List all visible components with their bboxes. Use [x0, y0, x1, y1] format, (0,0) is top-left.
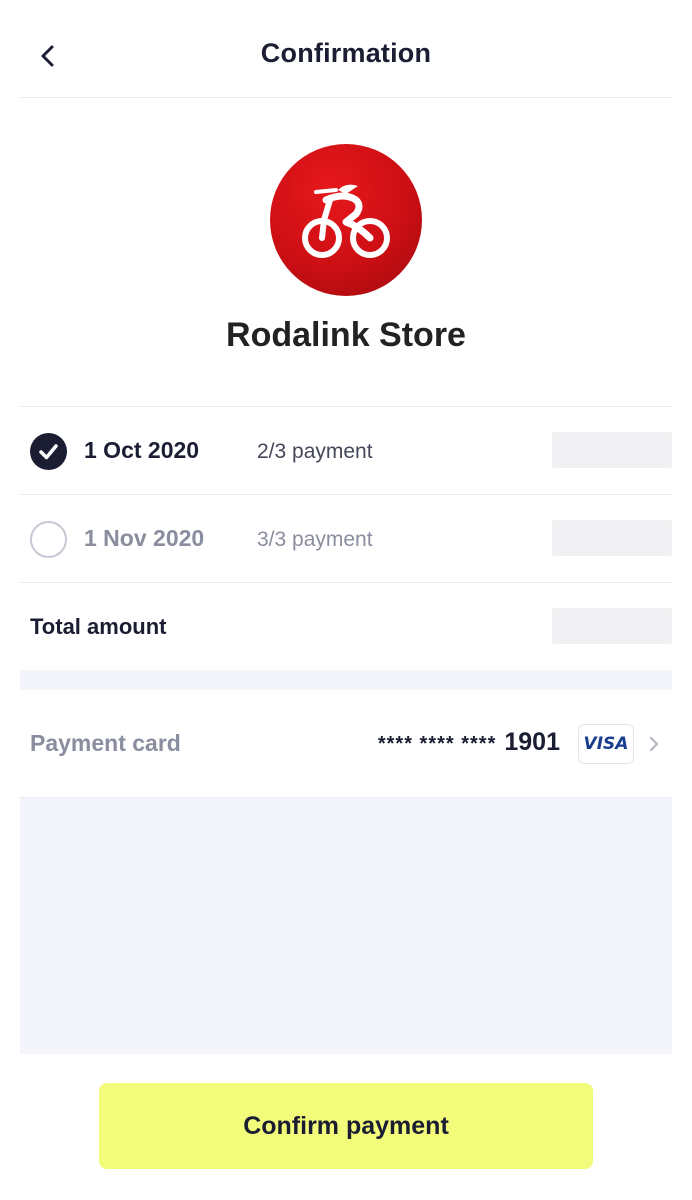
installment-date: 1 Nov 2020 [84, 525, 205, 551]
empty-content-area [20, 798, 672, 1054]
installment-label: 3/3 payment [257, 528, 373, 551]
total-amount-redacted [552, 608, 672, 644]
total-label: Total amount [30, 614, 167, 639]
installment-row-2[interactable]: 1 Nov 2020 3/3 payment [20, 494, 672, 582]
checkbox-unchecked-icon[interactable] [30, 521, 67, 558]
installment-date: 1 Oct 2020 [84, 437, 200, 463]
visa-card-icon: VISA [578, 724, 634, 764]
page-title: Confirmation [260, 38, 432, 68]
card-number-masked: **** **** **** [377, 733, 497, 755]
payment-card-row[interactable]: Payment card **** **** **** 1901 VISA [20, 690, 672, 798]
payment-card-label: Payment card [30, 730, 181, 756]
chevron-right-icon [649, 736, 659, 752]
merchant-logo [270, 144, 422, 296]
confirm-payment-label: Confirm payment [243, 1111, 449, 1140]
installment-row-1[interactable]: 1 Oct 2020 2/3 payment [20, 406, 672, 494]
checkbox-checked-icon[interactable] [30, 433, 67, 470]
merchant-section: Rodalink Store [0, 98, 692, 406]
installment-list: 1 Oct 2020 2/3 payment 1 Nov 2020 3/3 pa… [20, 406, 672, 670]
installment-label: 2/3 payment [257, 440, 373, 463]
cyclist-logo-icon [302, 184, 390, 258]
merchant-name: Rodalink Store [226, 316, 466, 354]
installment-amount-redacted [552, 432, 672, 468]
card-number-last4: 1901 [504, 728, 560, 756]
installment-amount-redacted [552, 520, 672, 556]
confirm-payment-button[interactable]: Confirm payment [99, 1083, 593, 1169]
card-number: **** **** **** 1901 [378, 728, 560, 757]
card-brand: VISA [583, 734, 629, 754]
total-row: Total amount [20, 582, 672, 670]
section-divider [20, 670, 672, 690]
header-bar: Confirmation [20, 0, 672, 98]
